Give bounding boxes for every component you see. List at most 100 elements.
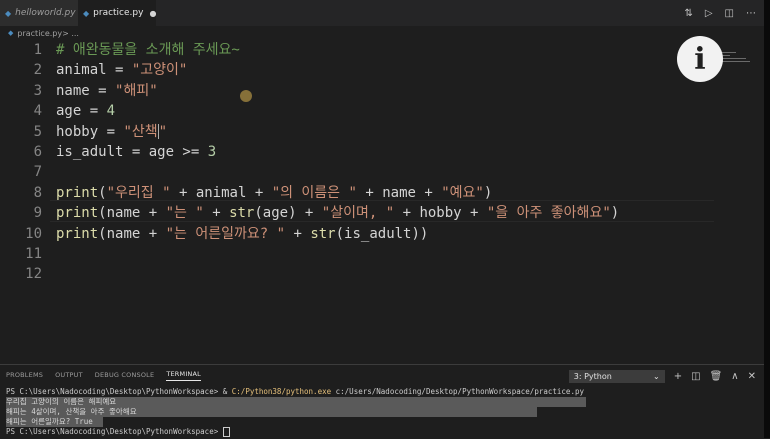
trash-icon[interactable]: 🗑 <box>710 371 723 382</box>
editor-actions: ⇅ ▷ ◫ ⋯ <box>684 0 756 26</box>
python-file-icon: ◆ <box>5 8 12 18</box>
code-token: print <box>56 205 99 222</box>
code-token: ) <box>610 205 620 222</box>
info-overlay-icon[interactable]: i <box>677 36 723 82</box>
code-text: is_adult = age >= 3 <box>56 142 216 162</box>
code-token: (name + <box>98 225 166 242</box>
tab-helloworld[interactable]: ◆ helloworld.py <box>0 0 78 26</box>
unsaved-dot-icon[interactable]: ● <box>149 9 156 18</box>
maximize-panel-icon[interactable]: ∧ <box>731 371 738 382</box>
code-token: (age) + <box>254 205 322 222</box>
line-number: 6 <box>33 144 42 160</box>
line-number: 2 <box>33 62 42 79</box>
terminal-output: 해피는 4살이며, 산책을 아주 좋아해요 <box>6 407 537 417</box>
terminal-select[interactable]: 3: Python ⌄ <box>568 369 665 383</box>
line-number: 11 <box>25 246 42 262</box>
terminal-prompt: PS C:\Users\Nadocoding\Desktop\PythonWor… <box>6 387 232 396</box>
more-actions-icon[interactable]: ⋯ <box>746 8 756 19</box>
tab-label: helloworld.py <box>15 8 76 18</box>
code-line[interactable]: 9 print(name + "는 " + str(age) + "살이며, " … <box>0 203 700 223</box>
line-number: 12 <box>25 266 42 283</box>
code-text: print("우리집 " + animal + "의 이름은 " + name … <box>56 183 492 203</box>
code-line[interactable]: 1 # 애완동물을 소개해 주세요~ <box>0 40 700 60</box>
breadcrumb-separator[interactable]: > ... <box>62 29 79 38</box>
code-token: age = <box>56 103 107 120</box>
tab-terminal[interactable]: TERMINAL <box>166 370 201 381</box>
split-terminal-icon[interactable]: ◫ <box>691 371 700 382</box>
code-token: ( <box>98 184 107 201</box>
code-text: print(name + "는 어른일까요? " + str(is_adult)… <box>56 224 428 244</box>
terminal-output: 해피는 어른일까요? True <box>6 417 103 427</box>
code-line[interactable]: 5 hobby = "산책" <box>0 122 700 142</box>
code-token: str <box>310 225 336 242</box>
code-token: "살이며, " <box>321 205 395 222</box>
code-token: "예요" <box>441 184 484 201</box>
vscode-window: ◆ helloworld.py ◆ practice.py ● ⇅ ▷ ◫ ⋯ … <box>0 0 770 439</box>
chevron-down-icon: ⌄ <box>653 371 660 381</box>
tab-output[interactable]: OUTPUT <box>55 371 83 379</box>
code-token: name = <box>56 82 116 99</box>
split-editor-icon[interactable]: ◫ <box>725 8 734 19</box>
terminal-arg: c:/Users/Nadocoding/Desktop/PythonWorksp… <box>331 387 584 396</box>
terminal-output-line: 해피는 어른일까요? True <box>6 417 756 427</box>
code-token: # 애완동물을 소개해 주세요~ <box>56 42 240 58</box>
code-token: "고양이" <box>131 62 188 79</box>
code-line[interactable]: 7 <box>0 162 700 182</box>
breadcrumb-file[interactable]: practice.py <box>17 29 62 38</box>
code-line[interactable]: 11 <box>0 244 700 264</box>
terminal[interactable]: PS C:\Users\Nadocoding\Desktop\PythonWor… <box>6 387 756 437</box>
code-token: " <box>158 123 168 140</box>
code-line[interactable]: 12 <box>0 264 700 284</box>
code-token: animal = <box>56 62 132 79</box>
tab-debug-console[interactable]: DEBUG CONSOLE <box>95 371 155 379</box>
code-line[interactable]: 4 age = 4 <box>0 101 700 121</box>
code-editor[interactable]: 1 # 애완동물을 소개해 주세요~ 2 animal = "고양이" 3 name = … <box>0 40 764 364</box>
panel-tabs: PROBLEMS OUTPUT DEBUG CONSOLE TERMINAL <box>6 365 201 385</box>
code-token: print <box>56 225 99 242</box>
terminal-output-line: 해피는 4살이며, 산책을 아주 좋아해요 <box>6 407 756 417</box>
code-token: + <box>203 205 230 222</box>
line-number: 1 <box>33 42 42 58</box>
code-line[interactable]: 3 name = "해피" <box>0 81 700 101</box>
code-token: "산책 <box>123 123 158 140</box>
panel-controls: 3: Python ⌄ + ◫ 🗑 ∧ ✕ <box>568 367 756 385</box>
python-file-icon: ◆ <box>83 8 90 18</box>
close-panel-icon[interactable]: ✕ <box>748 371 756 382</box>
code-token: "우리집 " <box>106 184 171 201</box>
code-token: + hobby + <box>394 205 487 222</box>
tab-label: practice.py <box>93 8 144 18</box>
code-line[interactable]: 10 print(name + "는 어른일까요? " + str(is_adul… <box>0 224 700 244</box>
code-token: str <box>229 205 255 222</box>
terminal-cursor <box>222 427 230 437</box>
run-icon[interactable]: ▷ <box>705 8 713 19</box>
window-edge <box>764 0 770 438</box>
line-number: 7 <box>33 164 42 181</box>
line-number: 9 <box>33 205 42 222</box>
compare-icon[interactable]: ⇅ <box>684 8 692 19</box>
new-terminal-icon[interactable]: + <box>674 371 682 382</box>
code-token: + <box>285 225 311 242</box>
code-token: "는 " <box>165 205 204 222</box>
code-line[interactable]: 6 is_adult = age >= 3 <box>0 142 700 162</box>
code-text: age = 4 <box>56 101 115 121</box>
terminal-output-line: 우리집 고양이의 이름은 해피예요 <box>6 397 756 407</box>
code-token: print <box>56 184 99 201</box>
code-line[interactable]: 8 print("우리집 " + animal + "의 이름은 " + name… <box>0 183 700 203</box>
code-token: 3 <box>207 144 217 160</box>
code-token: (is_adult)) <box>335 225 429 242</box>
code-text: name = "해피" <box>56 81 158 101</box>
terminal-select-value: 3: Python <box>573 371 612 381</box>
code-token: is_adult = age >= <box>56 144 208 160</box>
code-token: ) <box>483 184 493 201</box>
code-token: + name + <box>356 184 442 201</box>
bottom-panel: PROBLEMS OUTPUT DEBUG CONSOLE TERMINAL 3… <box>0 364 764 439</box>
editor-tab-bar: ◆ helloworld.py ◆ practice.py ● ⇅ ▷ ◫ ⋯ <box>0 0 764 26</box>
python-file-icon: ◆ <box>8 29 14 37</box>
terminal-output: 우리집 고양이의 이름은 해피예요 <box>6 397 587 407</box>
code-text: animal = "고양이" <box>56 60 187 80</box>
tab-problems[interactable]: PROBLEMS <box>6 371 43 379</box>
tab-practice[interactable]: ◆ practice.py ● <box>78 0 156 26</box>
code-line[interactable]: 2 animal = "고양이" <box>0 60 700 80</box>
code-text: hobby = "산책" <box>56 122 167 142</box>
code-token: "의 이름은 " <box>271 184 357 201</box>
